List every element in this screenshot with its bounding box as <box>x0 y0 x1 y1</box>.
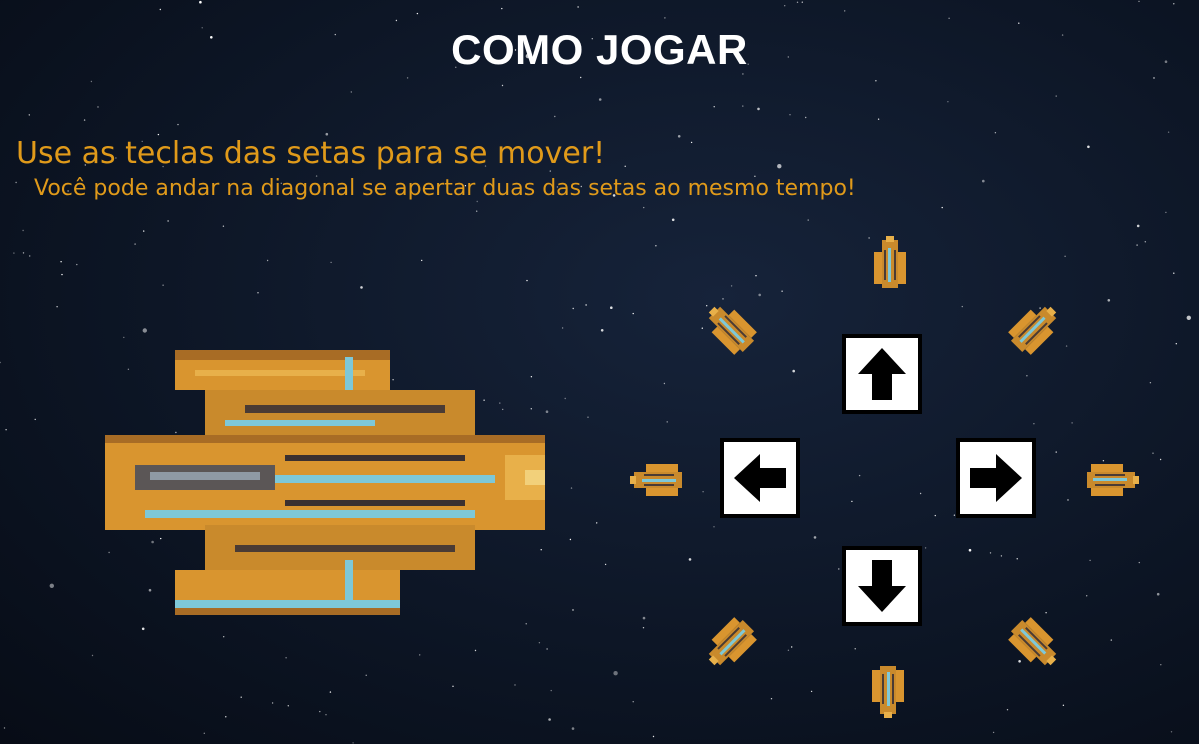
ship-up-right-icon <box>1005 298 1065 358</box>
instruction-main: Use as teclas das setas para se mover! <box>16 136 606 171</box>
arrow-right-icon <box>970 454 1022 502</box>
arrow-up-icon <box>858 348 906 400</box>
ship-down-icon <box>872 666 904 718</box>
ship-up-left-icon <box>700 298 760 358</box>
instruction-sub: Você pode andar na diagonal se apertar d… <box>34 176 856 201</box>
player-spaceship-icon <box>105 350 545 615</box>
arrow-right-key <box>956 438 1036 518</box>
ship-down-left-icon <box>700 614 760 674</box>
ship-right-icon <box>1087 464 1139 496</box>
arrow-left-icon <box>734 454 786 502</box>
arrow-up-key <box>842 334 922 414</box>
arrow-left-key <box>720 438 800 518</box>
ship-down-right-icon <box>1005 614 1065 674</box>
arrow-down-icon <box>858 560 906 612</box>
arrow-down-key <box>842 546 922 626</box>
ship-up-icon <box>874 236 906 288</box>
ship-left-icon <box>630 464 682 496</box>
page-title: COMO JOGAR <box>451 26 748 73</box>
